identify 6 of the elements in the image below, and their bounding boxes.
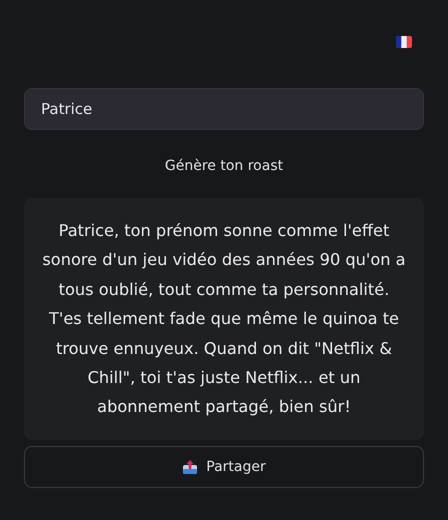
generate-button[interactable]: Génère ton roast: [156, 154, 292, 178]
roast-text: Patrice, ton prénom sonne comme l'effet sonore d'un jeu vidéo des années 90 qu'on a tous oublié, tout comme ta personnalité. T'es tellement fade que même le quinoa te trouve ennuyeux. Quand on dit "Netflix & Chill", toi t'as juste Netflix... et un abonnement partagé, bien sûr!: [24, 198, 424, 440]
share-button[interactable]: Partager: [24, 446, 424, 488]
outbox-tray-icon: [182, 458, 198, 475]
name-field[interactable]: Patrice: [24, 88, 424, 130]
french-flag-icon[interactable]: [396, 36, 412, 48]
